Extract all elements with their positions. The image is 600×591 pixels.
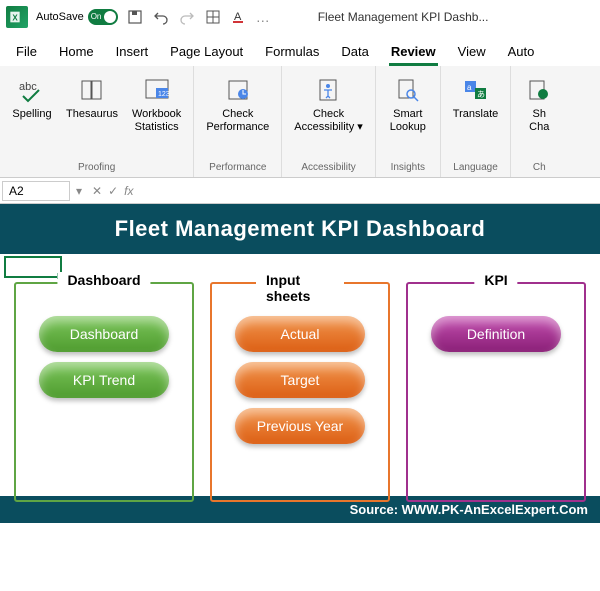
tab-view[interactable]: View [456, 40, 488, 66]
window-title: Fleet Management KPI Dashb... [318, 10, 489, 24]
panel-dashboard-title: Dashboard [57, 272, 150, 288]
panel-input-title: Input sheets [256, 272, 344, 304]
svg-text:abc: abc [19, 81, 37, 93]
tab-review[interactable]: Review [389, 40, 438, 66]
grid-icon[interactable] [204, 8, 222, 26]
selected-cell-a2[interactable] [4, 256, 62, 278]
tab-data[interactable]: Data [339, 40, 370, 66]
check-performance-icon [222, 74, 254, 106]
spelling-button[interactable]: abc Spelling [8, 72, 56, 123]
group-accessibility-label: Accessibility [301, 160, 355, 175]
panel-dashboard: Dashboard Dashboard KPI Trend [14, 282, 194, 502]
enter-formula-icon[interactable]: ✓ [108, 184, 118, 198]
show-changes-button[interactable]: Sh Cha [519, 72, 559, 136]
excel-logo-icon: X [6, 6, 28, 28]
actual-button[interactable]: Actual [235, 316, 365, 352]
svg-text:あ: あ [477, 90, 485, 99]
check-performance-button[interactable]: Check Performance [202, 72, 273, 136]
smart-lookup-icon [392, 74, 424, 106]
undo-icon[interactable] [152, 8, 170, 26]
formula-bar[interactable] [140, 189, 600, 193]
panel-kpi: KPI Definition [406, 282, 586, 502]
check-accessibility-button[interactable]: Check Accessibility ▾ [290, 72, 367, 136]
save-icon[interactable] [126, 8, 144, 26]
tab-insert[interactable]: Insert [114, 40, 151, 66]
font-color-icon[interactable]: A [230, 8, 248, 26]
previous-year-button[interactable]: Previous Year [235, 408, 365, 444]
dashboard-button[interactable]: Dashboard [39, 316, 169, 352]
redo-icon[interactable] [178, 8, 196, 26]
workbook-statistics-button[interactable]: 123 Workbook Statistics [128, 72, 185, 136]
cancel-formula-icon[interactable]: ✕ [92, 184, 102, 198]
namebox-dropdown-icon[interactable]: ▾ [72, 184, 86, 198]
name-box[interactable] [2, 181, 70, 201]
group-language-label: Language [453, 160, 498, 175]
autosave-toggle[interactable]: On [88, 9, 118, 25]
smart-lookup-button[interactable]: Smart Lookup [384, 72, 432, 136]
dashboard-title: Fleet Management KPI Dashboard [0, 204, 600, 254]
thesaurus-icon [76, 74, 108, 106]
tab-page-layout[interactable]: Page Layout [168, 40, 245, 66]
group-insights-label: Insights [391, 160, 425, 175]
spelling-icon: abc [16, 74, 48, 106]
group-performance-label: Performance [209, 160, 266, 175]
accessibility-icon [313, 74, 345, 106]
group-proofing-label: Proofing [78, 160, 115, 175]
target-button[interactable]: Target [235, 362, 365, 398]
tab-automate[interactable]: Auto [506, 40, 537, 66]
autosave-label: AutoSave [36, 11, 84, 23]
thesaurus-button[interactable]: Thesaurus [62, 72, 122, 123]
show-changes-icon [523, 74, 555, 106]
svg-text:X: X [12, 13, 18, 22]
kpi-trend-button[interactable]: KPI Trend [39, 362, 169, 398]
panel-kpi-title: KPI [474, 272, 517, 288]
translate-icon: aあ [460, 74, 492, 106]
svg-text:a: a [467, 83, 472, 92]
translate-button[interactable]: aあ Translate [449, 72, 502, 123]
group-changes-label: Ch [533, 160, 546, 175]
fx-icon[interactable]: fx [124, 184, 133, 198]
definition-button[interactable]: Definition [431, 316, 561, 352]
tab-formulas[interactable]: Formulas [263, 40, 321, 66]
tab-file[interactable]: File [14, 40, 39, 66]
tab-home[interactable]: Home [57, 40, 96, 66]
workbook-stats-icon: 123 [141, 74, 173, 106]
svg-text:123: 123 [158, 91, 170, 98]
chevron-down-icon: ▾ [357, 121, 363, 133]
panel-input-sheets: Input sheets Actual Target Previous Year [210, 282, 390, 502]
